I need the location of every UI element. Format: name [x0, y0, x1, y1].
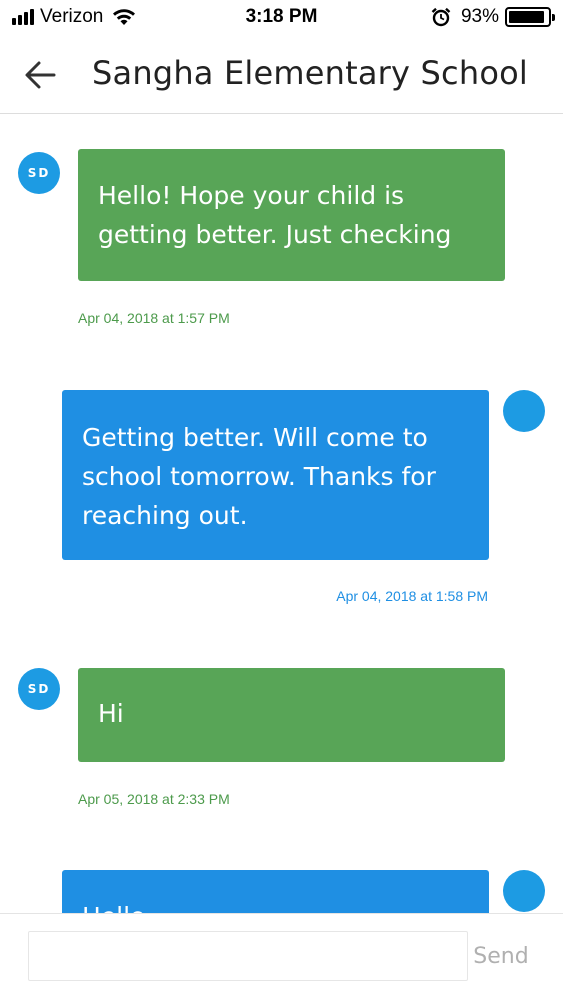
message-bubble-incoming[interactable]: Hi: [78, 668, 505, 762]
battery-level: [509, 11, 545, 23]
status-right: 93%: [431, 6, 555, 28]
page-title: Sangha Elementary School: [92, 54, 528, 92]
message-bubble-outgoing[interactable]: Hello: [62, 870, 489, 913]
message-line: Getting better. Will come to: [82, 423, 428, 452]
alarm-icon: [431, 7, 451, 27]
message-line: reaching out.: [82, 501, 248, 530]
message-line: getting better. Just checking: [98, 220, 452, 249]
message-timestamp: Apr 04, 2018 at 1:58 PM: [336, 588, 488, 604]
avatar: [503, 870, 545, 912]
message-bubble-outgoing[interactable]: Getting better. Will come to school tomo…: [62, 390, 489, 560]
message-line: Hello! Hope your child is: [98, 181, 405, 210]
message-bubble-incoming[interactable]: Hello! Hope your child is getting better…: [78, 149, 505, 281]
battery-percent: 93%: [460, 6, 499, 27]
message-input[interactable]: [28, 931, 468, 981]
chat-header: Sangha Elementary School: [0, 40, 563, 114]
message-timestamp: Apr 05, 2018 at 2:33 PM: [78, 791, 230, 807]
send-button[interactable]: Send: [470, 931, 532, 981]
arrow-left-icon[interactable]: [20, 54, 62, 96]
message-composer: Send: [0, 913, 563, 1000]
avatar: [503, 390, 545, 432]
message-line: school tomorrow. Thanks for: [82, 462, 436, 491]
status-bar: Verizon 3:18 PM 93%: [0, 0, 563, 40]
message-line: Hi: [98, 699, 124, 728]
message-line: Hello: [82, 897, 469, 913]
avatar: SD: [18, 152, 60, 194]
message-list[interactable]: SD Hello! Hope your child is getting bet…: [0, 115, 563, 913]
battery-icon: [505, 7, 555, 27]
message-timestamp: Apr 04, 2018 at 1:57 PM: [78, 310, 230, 326]
avatar: SD: [18, 668, 60, 710]
